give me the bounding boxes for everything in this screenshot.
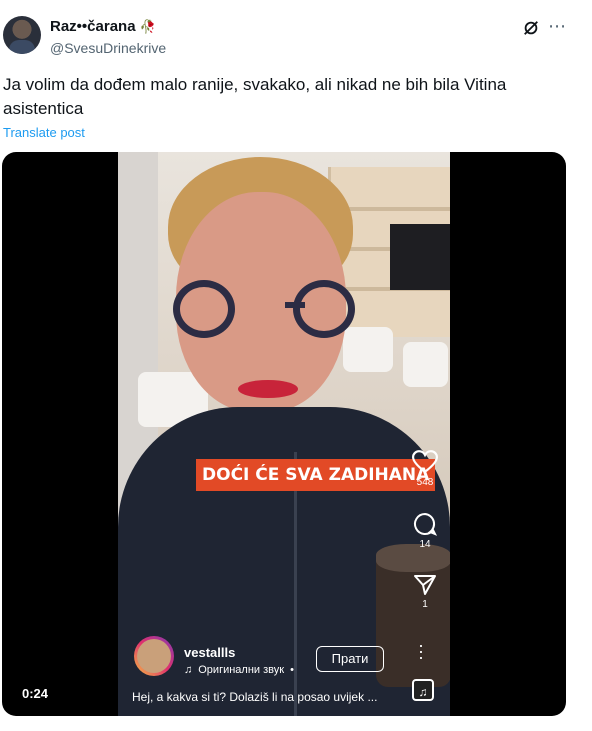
rose-emoji: 🥀 <box>139 18 156 34</box>
more-icon[interactable]: ⋯ <box>548 16 567 37</box>
author-avatar[interactable] <box>3 16 41 54</box>
video-frame[interactable] <box>118 152 450 716</box>
like-count: 548 <box>416 477 434 488</box>
comment-icon <box>414 512 438 536</box>
follow-button: Прати <box>316 646 384 672</box>
video-player[interactable]: DOĆI ĆE SVA ZADIHANA 548 14 1 vestallls … <box>2 152 566 716</box>
ig-username: vestallls <box>184 645 236 660</box>
post-text: Ja volim da dođem malo ranije, svakako, … <box>3 75 507 118</box>
music-note-icon: ♫ <box>184 664 193 676</box>
display-name-text[interactable]: Raz••čarana <box>50 18 136 35</box>
video-timestamp: 0:24 <box>22 686 49 701</box>
author-display-name[interactable]: Raz••čarana 🥀 <box>50 18 156 35</box>
share-icon <box>414 575 436 595</box>
grok-icon[interactable] <box>522 19 540 37</box>
audio-thumb-icon: ♫ <box>412 679 434 701</box>
translate-post-link[interactable]: Translate post <box>3 125 85 140</box>
heart-icon <box>411 450 439 474</box>
ig-audio-label: Оригинални звук <box>198 664 285 676</box>
author-handle[interactable]: @SvesuDrinekrive <box>50 40 166 56</box>
vertical-more-icon: · · · <box>418 635 424 667</box>
ig-audio-line: ♫ Оригинални звук • <box>184 664 294 676</box>
ig-avatar <box>134 636 174 676</box>
ig-caption: Hej, a kakva si ti? Dolaziš li na posao … <box>132 690 378 704</box>
comment-count: 14 <box>419 539 431 550</box>
video-caption-overlay: DOĆI ĆE SVA ZADIHANA <box>196 459 436 491</box>
share-count: 1 <box>422 599 428 610</box>
ig-audio-dot: • <box>290 664 294 676</box>
